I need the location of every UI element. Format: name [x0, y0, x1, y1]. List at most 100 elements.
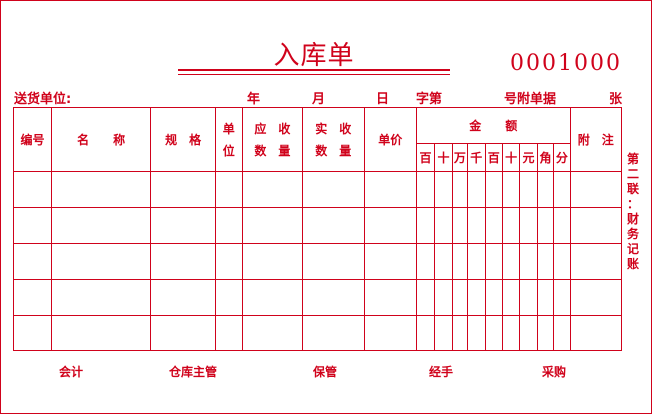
table-cell[interactable] — [434, 315, 453, 351]
table-cell[interactable] — [363, 207, 417, 244]
col-header-note: 附 注 — [569, 107, 623, 172]
table-cell[interactable] — [302, 243, 365, 280]
table-cell[interactable] — [553, 207, 571, 244]
table-cell[interactable] — [519, 315, 538, 351]
table-cell[interactable] — [241, 171, 304, 208]
table-cell[interactable] — [241, 207, 304, 244]
attached-docs-label: 号附单据 — [504, 92, 557, 107]
col-header-name: 名 称 — [50, 107, 152, 172]
table-cell[interactable] — [241, 315, 304, 351]
table-cell[interactable] — [536, 171, 555, 208]
table-cell[interactable] — [501, 207, 521, 244]
table-cell[interactable] — [553, 279, 571, 316]
table-cell[interactable] — [467, 207, 486, 244]
table-cell[interactable] — [13, 243, 52, 280]
table-cell[interactable] — [13, 171, 52, 208]
table-row[interactable] — [13, 279, 623, 316]
table-row[interactable] — [13, 207, 623, 244]
table-cell[interactable] — [214, 207, 243, 244]
col-header-code: 编号 — [13, 107, 52, 172]
table-cell[interactable] — [415, 315, 436, 351]
table-cell[interactable] — [484, 243, 503, 280]
table-cell[interactable] — [501, 279, 521, 316]
table-cell[interactable] — [214, 279, 243, 316]
table-cell[interactable] — [569, 315, 623, 351]
table-cell[interactable] — [150, 279, 216, 316]
table-cell[interactable] — [363, 315, 417, 351]
col-header-qty-due: 应 收数 量 — [241, 107, 304, 172]
table-cell[interactable] — [150, 207, 216, 244]
table-cell[interactable] — [553, 171, 571, 208]
table-cell[interactable] — [519, 279, 538, 316]
table-cell[interactable] — [415, 207, 436, 244]
serial-number: 0001000 — [510, 51, 622, 76]
table-cell[interactable] — [451, 243, 469, 280]
table-cell[interactable] — [214, 315, 243, 351]
table-cell[interactable] — [484, 315, 503, 351]
table-cell[interactable] — [467, 279, 486, 316]
table-cell[interactable] — [302, 315, 365, 351]
table-cell[interactable] — [415, 279, 436, 316]
table-cell[interactable] — [501, 171, 521, 208]
table-cell[interactable] — [484, 279, 503, 316]
table-cell[interactable] — [241, 243, 304, 280]
table-cell[interactable] — [434, 279, 453, 316]
table-cell[interactable] — [13, 315, 52, 351]
table-cell[interactable] — [536, 243, 555, 280]
col-header-unit: 单位 — [214, 107, 243, 172]
table-cell[interactable] — [536, 279, 555, 316]
table-cell[interactable] — [484, 207, 503, 244]
table-cell[interactable] — [363, 171, 417, 208]
table-cell[interactable] — [553, 243, 571, 280]
table-cell[interactable] — [569, 243, 623, 280]
table-cell[interactable] — [569, 171, 623, 208]
table-cell[interactable] — [50, 315, 152, 351]
table-cell[interactable] — [214, 243, 243, 280]
table-cell[interactable] — [13, 279, 52, 316]
table-cell[interactable] — [214, 171, 243, 208]
table-cell[interactable] — [150, 243, 216, 280]
table-cell[interactable] — [241, 279, 304, 316]
table-cell[interactable] — [467, 243, 486, 280]
digit-header: 百 — [415, 143, 436, 172]
table-cell[interactable] — [363, 243, 417, 280]
table-cell[interactable] — [519, 243, 538, 280]
table-cell[interactable] — [536, 315, 555, 351]
table-cell[interactable] — [302, 207, 365, 244]
table-cell[interactable] — [302, 171, 365, 208]
table-cell[interactable] — [415, 171, 436, 208]
table-row[interactable] — [13, 171, 623, 208]
table-cell[interactable] — [484, 171, 503, 208]
table-cell[interactable] — [451, 171, 469, 208]
table-cell[interactable] — [451, 315, 469, 351]
table-cell[interactable] — [434, 207, 453, 244]
table-cell[interactable] — [50, 279, 152, 316]
table-cell[interactable] — [50, 243, 152, 280]
table-cell[interactable] — [501, 243, 521, 280]
table-row[interactable] — [13, 315, 623, 351]
table-cell[interactable] — [519, 171, 538, 208]
table-cell[interactable] — [451, 279, 469, 316]
table-cell[interactable] — [501, 315, 521, 351]
col-header-spec: 规 格 — [150, 107, 216, 172]
table-cell[interactable] — [150, 171, 216, 208]
table-cell[interactable] — [13, 207, 52, 244]
table-cell[interactable] — [415, 243, 436, 280]
table-cell[interactable] — [434, 243, 453, 280]
table-cell[interactable] — [434, 171, 453, 208]
table-cell[interactable] — [519, 207, 538, 244]
table-cell[interactable] — [553, 315, 571, 351]
table-cell[interactable] — [467, 171, 486, 208]
table-cell[interactable] — [50, 207, 152, 244]
table-cell[interactable] — [302, 279, 365, 316]
table-cell[interactable] — [363, 279, 417, 316]
table-row[interactable] — [13, 243, 623, 280]
table-cell[interactable] — [50, 171, 152, 208]
footer-keeper: 保管 — [313, 365, 338, 379]
table-cell[interactable] — [150, 315, 216, 351]
table-cell[interactable] — [569, 207, 623, 244]
table-cell[interactable] — [467, 315, 486, 351]
table-cell[interactable] — [451, 207, 469, 244]
table-cell[interactable] — [536, 207, 555, 244]
table-cell[interactable] — [569, 279, 623, 316]
